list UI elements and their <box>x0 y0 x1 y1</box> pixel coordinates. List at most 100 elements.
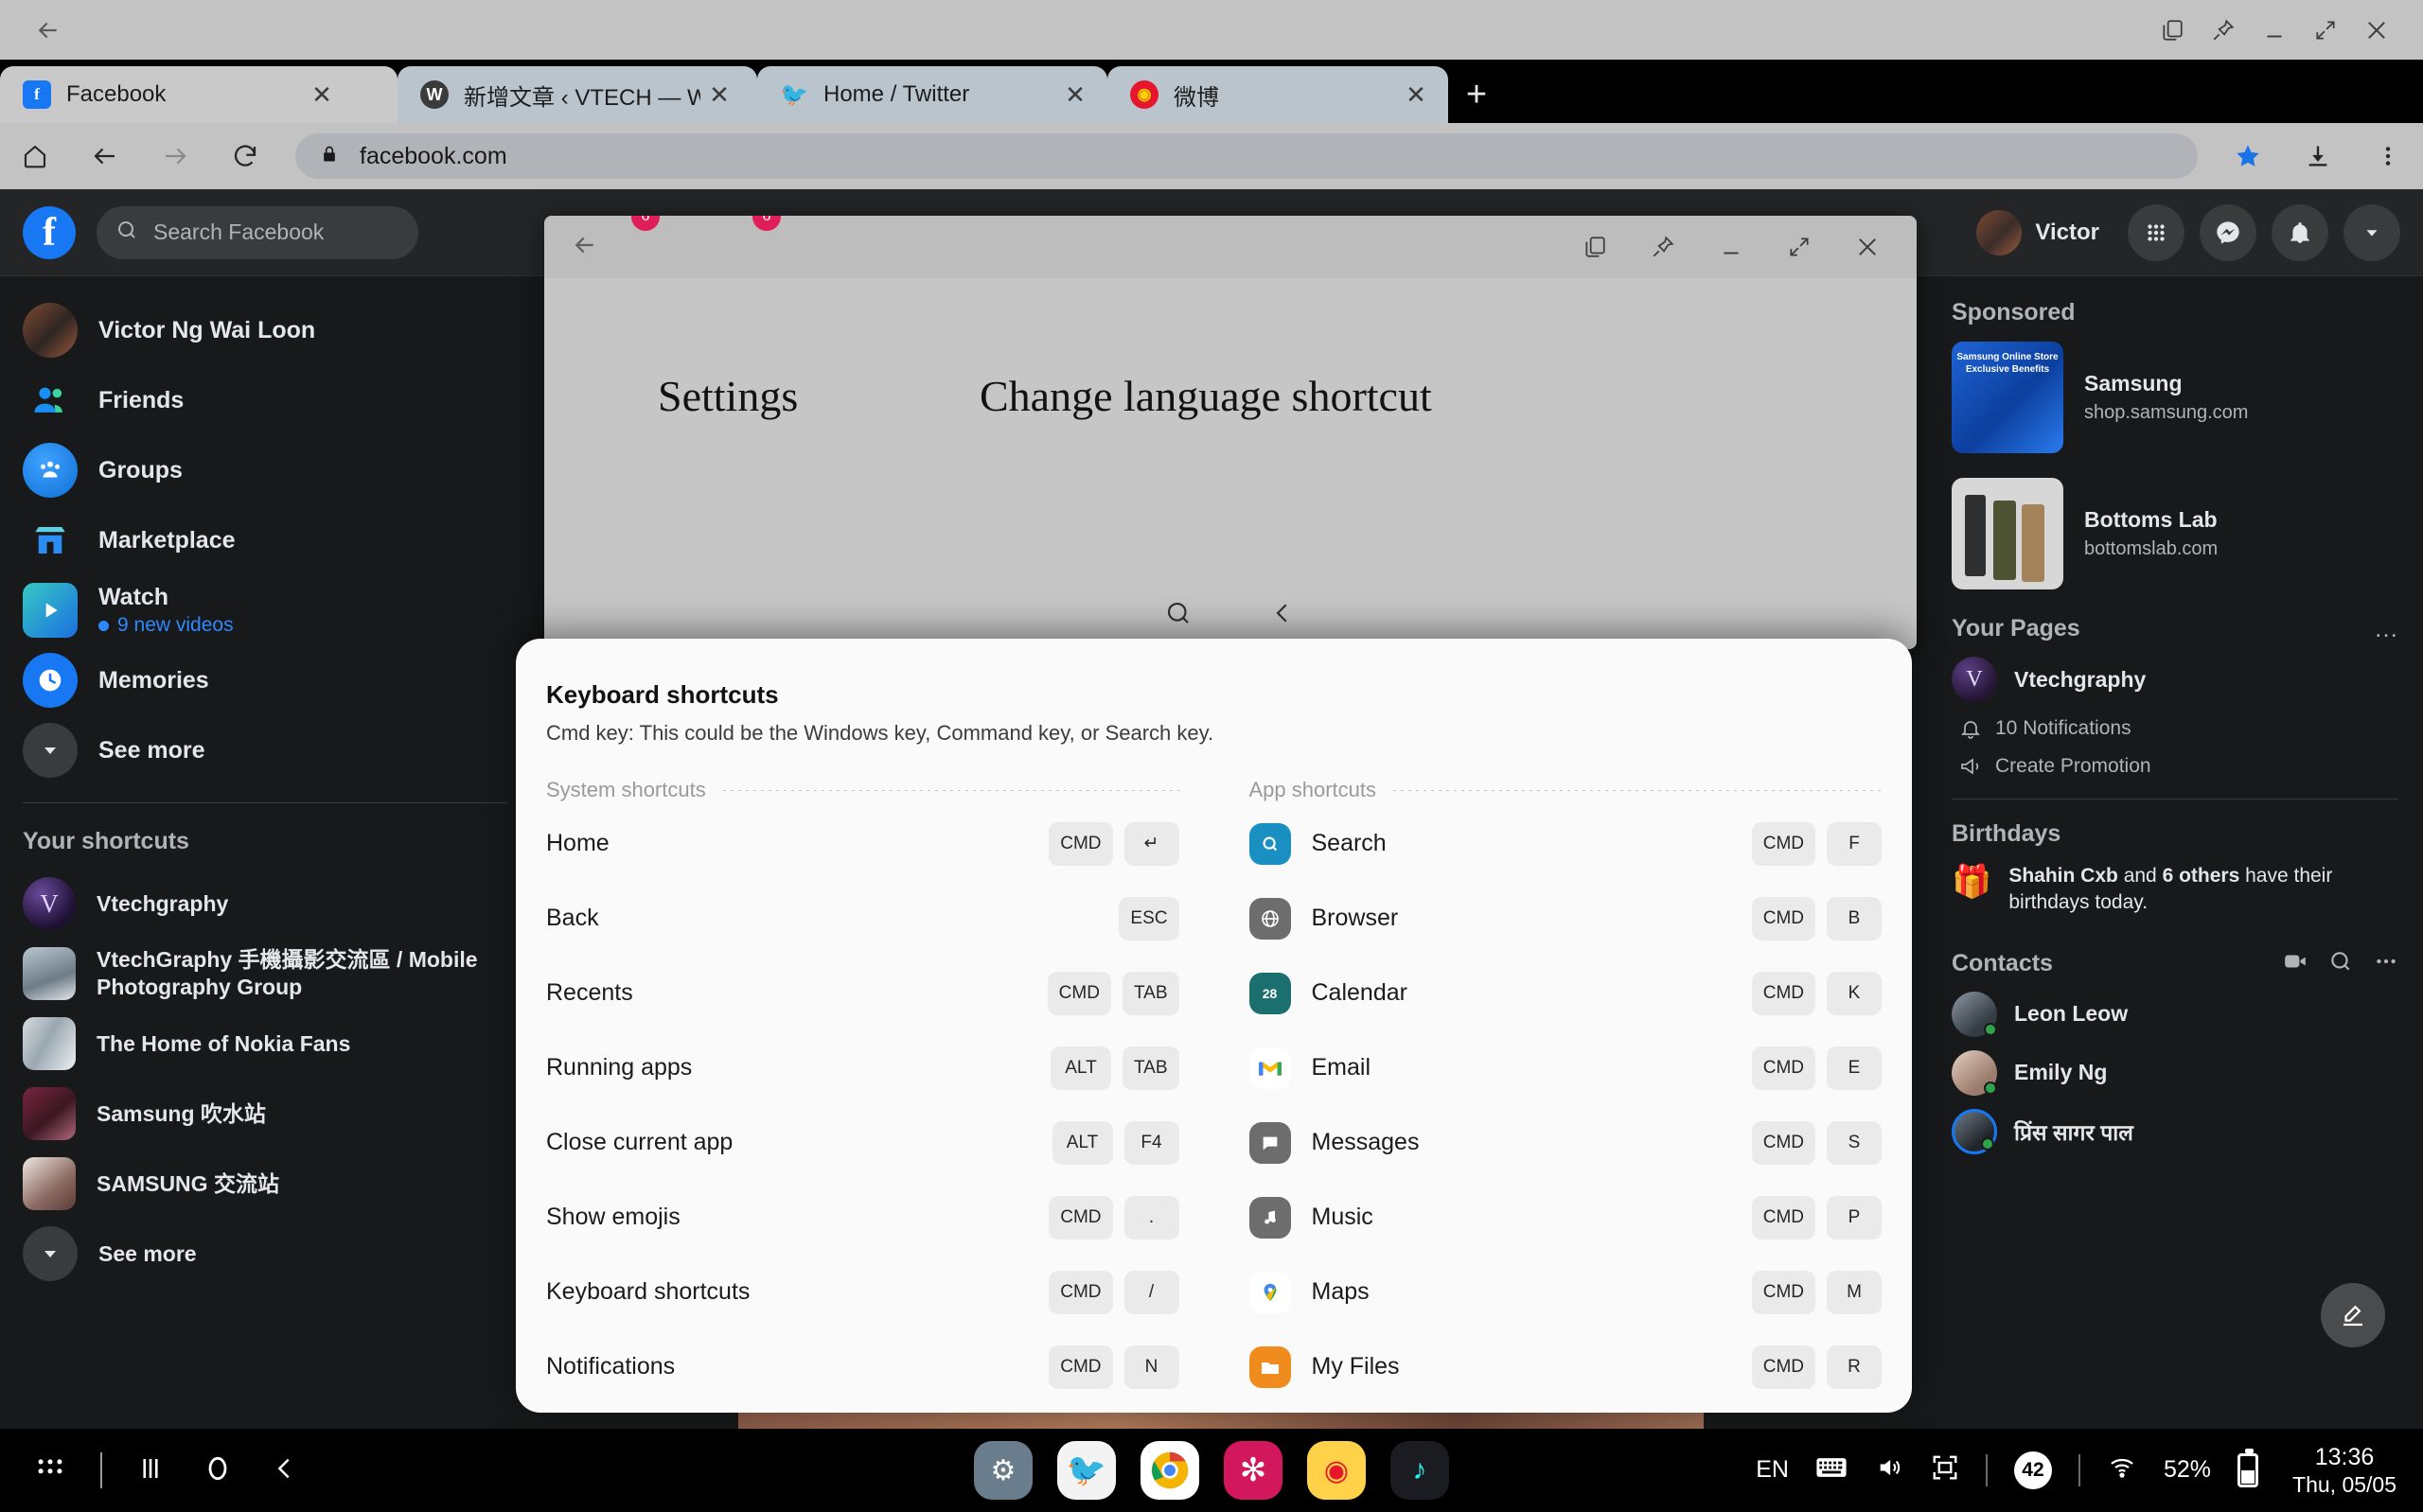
tab-close-icon[interactable]: ✕ <box>1056 80 1094 110</box>
search-input[interactable]: Search Facebook <box>97 206 418 259</box>
app-shortcut-row-music[interactable]: Music CMD P <box>1249 1180 1883 1255</box>
shortcut-row-notifications[interactable]: Notifications CMD N <box>546 1329 1179 1404</box>
keyboard-icon[interactable] <box>1815 1455 1848 1485</box>
wifi-icon[interactable] <box>2107 1454 2137 1486</box>
app-shortcut-row-messages[interactable]: Messages CMD S <box>1249 1105 1883 1180</box>
asterisk-app-icon[interactable]: ✻ <box>1224 1441 1282 1500</box>
back-icon[interactable] <box>571 231 599 264</box>
kebab-menu-icon[interactable] <box>2353 123 2423 189</box>
shortcut-item-vtechgraphy[interactable]: V Vtechgraphy <box>0 869 530 939</box>
star-icon[interactable] <box>2213 123 2283 189</box>
close-icon[interactable] <box>2351 9 2402 52</box>
night-light-badge[interactable]: 42 <box>2014 1451 2052 1489</box>
sidebar-item-memories[interactable]: Memories <box>0 645 530 715</box>
forward-icon[interactable] <box>140 123 210 189</box>
myfiles-app-icon <box>1249 1346 1291 1388</box>
sidebar-item-groups[interactable]: Groups <box>0 435 530 505</box>
pin-icon[interactable] <box>1629 223 1697 271</box>
birthday-item[interactable]: 🎁 Shahin Cxb and 6 others have their bir… <box>1952 863 2398 917</box>
change-language-shortcut-label[interactable]: Change language shortcut <box>980 371 1432 421</box>
shortcut-row-home[interactable]: Home CMD ↵ <box>546 806 1179 881</box>
app-shortcut-row-my-files[interactable]: My Files CMD R <box>1249 1329 1883 1404</box>
reload-icon[interactable] <box>210 123 280 189</box>
maximize-icon[interactable] <box>1765 223 1833 271</box>
shortcut-row-show-emojis[interactable]: Show emojis CMD . <box>546 1180 1179 1255</box>
new-tab-button[interactable]: + <box>1448 66 1505 123</box>
pages-more-icon[interactable]: … <box>2374 614 2398 643</box>
compose-icon[interactable] <box>2321 1283 2385 1347</box>
settings-app-icon[interactable]: ⚙ <box>974 1441 1033 1500</box>
volume-icon[interactable] <box>1874 1454 1904 1486</box>
multiwindow-icon[interactable] <box>1561 223 1629 271</box>
address-bar[interactable]: facebook.com <box>295 133 2198 179</box>
minimize-icon[interactable] <box>1697 223 1765 271</box>
browser-tab-weibo[interactable]: ◉ 微博 ✕ <box>1107 66 1448 123</box>
minimize-icon[interactable] <box>2249 9 2300 52</box>
chevron-down-icon[interactable] <box>2343 204 2400 261</box>
browser-tab-facebook[interactable]: f Facebook ✕ <box>0 66 398 123</box>
shortcuts-see-more[interactable]: See more <box>0 1219 530 1289</box>
tiktok-app-icon[interactable]: ♪ <box>1390 1441 1449 1500</box>
maximize-icon[interactable] <box>2300 9 2351 52</box>
shortcut-item-samsung-exchange[interactable]: SAMSUNG 交流站 <box>0 1149 530 1219</box>
shortcut-item-samsung-chat[interactable]: Samsung 吹水站 <box>0 1079 530 1149</box>
app-shortcut-row-maps[interactable]: Maps CMD M <box>1249 1255 1883 1329</box>
messenger-icon[interactable] <box>2200 204 2256 261</box>
settings-label[interactable]: Settings <box>658 371 798 421</box>
download-icon[interactable] <box>2283 123 2353 189</box>
sidebar-item-friends[interactable]: Friends <box>0 365 530 435</box>
sponsored-ad-bottomslab[interactable]: Bottoms Lab bottomslab.com <box>1952 478 2398 589</box>
shortcut-item-nokia-fans[interactable]: The Home of Nokia Fans <box>0 1009 530 1079</box>
sidebar-item-watch[interactable]: Watch 9 new videos <box>0 575 530 645</box>
header-user[interactable]: Victor <box>1976 210 2099 255</box>
chevron-left-icon[interactable] <box>1268 599 1297 632</box>
sidebar-item-see-more[interactable]: See more <box>0 715 530 785</box>
tab-close-icon[interactable]: ✕ <box>1397 80 1435 110</box>
facebook-right-sidebar: Sponsored Samsung Online Store Exclusive… <box>1931 276 2423 1429</box>
dotted-rule <box>1393 790 1882 791</box>
pin-icon[interactable] <box>2198 9 2249 52</box>
app-shortcut-row-calendar[interactable]: 28 Calendar CMD K <box>1249 956 1883 1030</box>
page-link-create-promotion[interactable]: Create Promotion <box>1959 755 2398 778</box>
twitter-app-icon[interactable]: 🐦 <box>1057 1441 1116 1500</box>
language-indicator[interactable]: EN <box>1756 1456 1789 1484</box>
sponsored-ad-samsung[interactable]: Samsung Online Store Exclusive Benefits … <box>1952 342 2398 453</box>
home-icon[interactable] <box>0 123 70 189</box>
browser-tab-wordpress[interactable]: W 新增文章 ‹ VTECH — WordPre ✕ <box>398 66 757 123</box>
shortcut-row-close-current-app[interactable]: Close current app ALT F4 <box>546 1105 1179 1180</box>
shortcut-item-photography-group[interactable]: VtechGraphy 手機攝影交流區 / Mobile Photography… <box>0 939 530 1009</box>
back-icon[interactable] <box>70 123 140 189</box>
contact-row-emily[interactable]: Emily Ng <box>1952 1050 2398 1096</box>
search-icon[interactable] <box>2328 949 2353 978</box>
screenshot-icon[interactable] <box>1931 1453 1959 1486</box>
os-back-icon[interactable] <box>27 9 70 52</box>
tab-close-icon[interactable]: ✕ <box>303 80 341 110</box>
bell-icon[interactable] <box>2272 204 2328 261</box>
chrome-app-icon[interactable] <box>1141 1441 1199 1500</box>
facebook-logo-icon[interactable]: f <box>23 206 76 259</box>
shortcut-row-running-apps[interactable]: Running apps ALT TAB <box>546 1030 1179 1105</box>
multiwindow-icon[interactable] <box>2147 9 2198 52</box>
grid-menu-icon[interactable] <box>2128 204 2184 261</box>
close-icon[interactable] <box>1833 223 1901 271</box>
taskbar-clock[interactable]: 13:36 Thu, 05/05 <box>2292 1443 2396 1499</box>
browser-tab-twitter[interactable]: 🐦 Home / Twitter ✕ <box>757 66 1107 123</box>
contact-row-leon[interactable]: Leon Leow <box>1952 992 2398 1037</box>
sidebar-item-marketplace[interactable]: Marketplace <box>0 505 530 575</box>
search-app-icon <box>1249 823 1291 865</box>
more-icon[interactable] <box>2374 949 2398 978</box>
sidebar-item-profile[interactable]: Victor Ng Wai Loon <box>0 295 530 365</box>
page-link-notifications[interactable]: 10 Notifications <box>1959 717 2398 740</box>
contact-row-prince[interactable]: प्रिंस सागर पाल <box>1952 1109 2398 1154</box>
weibo-app-icon[interactable]: ◉ <box>1307 1441 1366 1500</box>
shortcut-row-keyboard-shortcuts[interactable]: Keyboard shortcuts CMD / <box>546 1255 1179 1329</box>
app-shortcut-row-browser[interactable]: Browser CMD B <box>1249 881 1883 956</box>
shortcut-row-recents[interactable]: Recents CMD TAB <box>546 956 1179 1030</box>
shortcut-row-back[interactable]: Back ESC <box>546 881 1179 956</box>
tab-close-icon[interactable]: ✕ <box>700 80 738 110</box>
app-shortcut-row-search[interactable]: Search CMD F <box>1249 806 1883 881</box>
page-row-vtechgraphy[interactable]: V Vtechgraphy <box>1952 657 2398 702</box>
video-call-icon[interactable] <box>2283 949 2308 978</box>
search-icon[interactable] <box>1164 599 1193 632</box>
app-shortcut-row-email[interactable]: Email CMD E <box>1249 1030 1883 1105</box>
